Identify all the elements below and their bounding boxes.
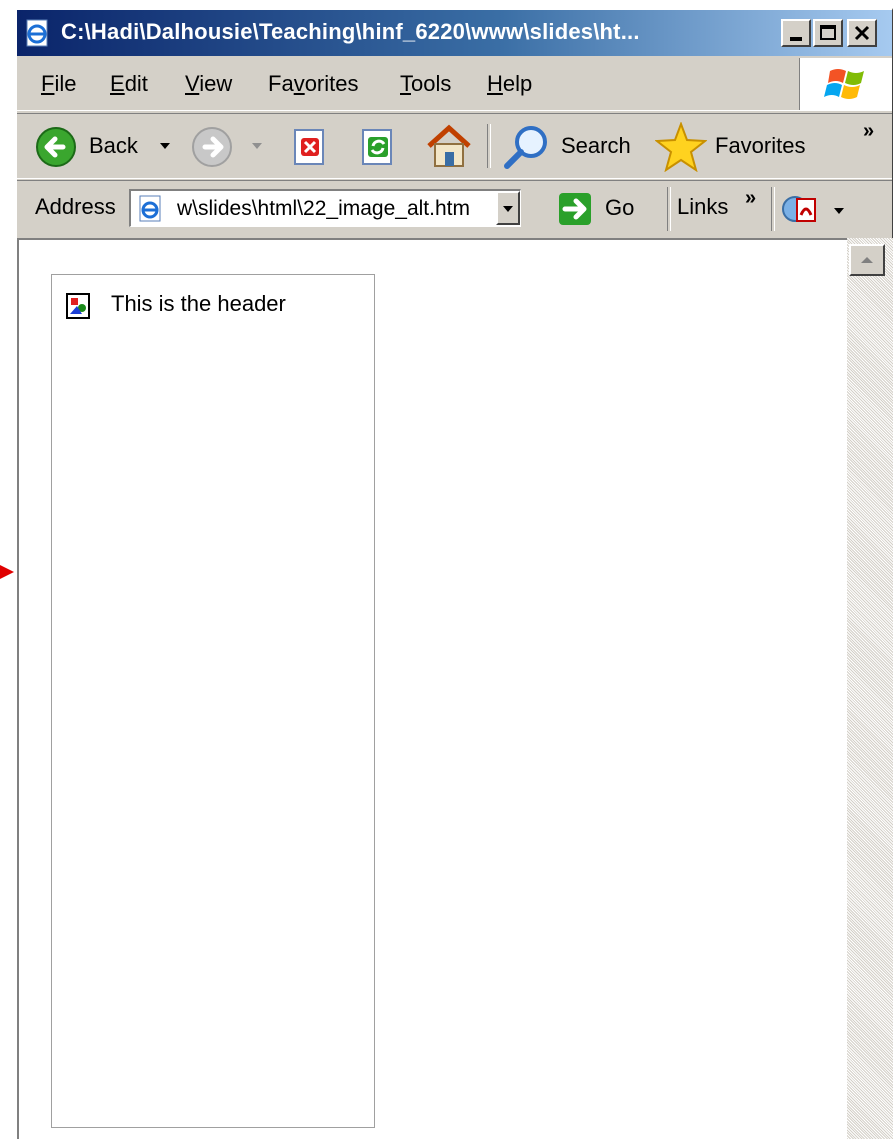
menu-favorites[interactable]: Favorites [268,71,358,97]
links-overflow-chevron[interactable]: » [745,187,756,210]
home-icon[interactable] [423,124,475,168]
menu-file[interactable]: File [41,71,76,97]
search-icon [504,126,547,169]
address-label: Address [35,194,116,219]
vertical-scrollbar[interactable] [847,238,893,1139]
forward-dropdown-icon[interactable] [251,142,263,150]
search-label: Search [561,133,631,158]
menu-help[interactable]: Help [487,71,532,97]
ie-page-icon [26,19,48,47]
forward-arrow-icon [192,127,232,167]
maximize-button[interactable] [813,19,843,47]
close-button[interactable] [847,19,877,47]
pdf-icon [782,196,816,222]
back-label: Back [89,133,138,158]
ie-page-icon [139,195,161,222]
scroll-up-button[interactable] [849,244,885,276]
standard-toolbar: Back Search Favorites » [17,113,892,179]
pdf-dropdown-icon [834,208,844,214]
chevron-down-icon [503,206,513,212]
windows-logo-box [799,58,892,110]
menu-tools[interactable]: Tools [400,71,451,97]
broken-image-icon [66,293,90,319]
go-button[interactable]: Go [553,189,639,229]
scroll-up-arrow-icon [861,257,873,263]
go-arrow-icon [559,193,591,225]
page-viewport: This is the header [17,238,847,1139]
back-button[interactable]: Back [33,124,183,168]
links-label[interactable]: Links [677,194,728,220]
favorites-button[interactable]: Favorites [655,122,819,172]
browser-window: C:\Hadi\Dalhousie\Teaching\hinf_6220\www… [15,8,893,1139]
menu-view[interactable]: View [185,71,232,97]
title-bar[interactable]: C:\Hadi\Dalhousie\Teaching\hinf_6220\www… [17,10,892,56]
go-label: Go [605,195,635,220]
address-dropdown-button[interactable] [496,191,520,225]
forward-button[interactable] [191,124,271,168]
toolbar-separator [487,124,491,168]
pdf-tool-button[interactable] [781,191,851,229]
menu-edit[interactable]: Edit [110,71,148,97]
red-pointer-arrow [0,565,14,579]
favorites-label: Favorites [715,133,806,158]
windows-flag-icon [824,69,864,99]
favorites-star-icon [655,122,707,172]
back-dropdown-icon[interactable] [159,142,171,150]
window-title: C:\Hadi\Dalhousie\Teaching\hinf_6220\www… [61,19,640,44]
image-alt-text: This is the header [111,291,286,316]
toolbar-overflow-chevron[interactable]: » [863,120,874,143]
menu-bar: File Edit View Favorites Tools Help [17,58,892,111]
address-input-value[interactable]: w\slides\html\22_image_alt.htm [177,197,470,221]
links-separator [771,187,775,231]
address-separator [667,187,671,231]
back-arrow-icon [36,127,76,167]
refresh-icon[interactable] [359,128,397,166]
close-icon [854,25,870,41]
maximize-icon [820,25,836,40]
minimize-icon [790,37,802,41]
broken-image-frame: This is the header [51,274,375,1128]
address-field[interactable]: w\slides\html\22_image_alt.htm [129,189,521,227]
minimize-button[interactable] [781,19,811,47]
search-button[interactable]: Search [501,124,641,169]
stop-icon[interactable] [291,128,329,166]
address-bar: Address w\slides\html\22_image_alt.htm G… [17,180,892,237]
